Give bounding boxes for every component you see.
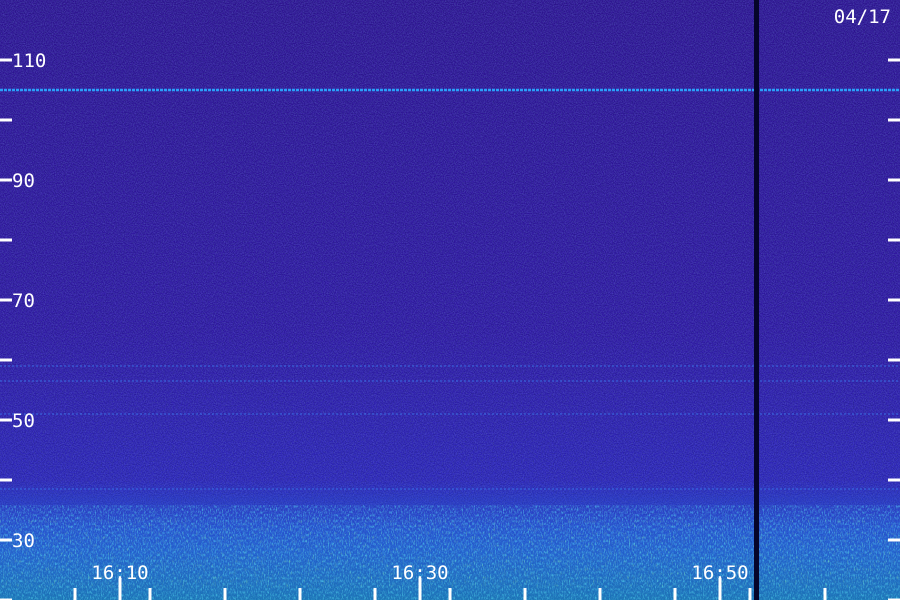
y-tick-label: 90 bbox=[12, 170, 35, 192]
spectrogram-chart: 30 50 70 90 110 16:10 16:30 16:50 04/17 bbox=[0, 0, 900, 600]
data-gap bbox=[754, 0, 759, 600]
y-tick-label: 110 bbox=[12, 50, 46, 72]
y-tick-label: 70 bbox=[12, 290, 35, 312]
y-tick-label: 30 bbox=[12, 530, 35, 552]
y-tick-label: 50 bbox=[12, 410, 35, 432]
x-tick-label: 16:30 bbox=[391, 562, 448, 584]
x-tick-label: 16:10 bbox=[91, 562, 148, 584]
x-tick-label: 16:50 bbox=[691, 562, 748, 584]
date-label: 04/17 bbox=[834, 6, 891, 28]
spectrogram-plot: 30 50 70 90 110 16:10 16:30 16:50 04/17 bbox=[0, 0, 900, 600]
gap-band bbox=[754, 0, 759, 600]
